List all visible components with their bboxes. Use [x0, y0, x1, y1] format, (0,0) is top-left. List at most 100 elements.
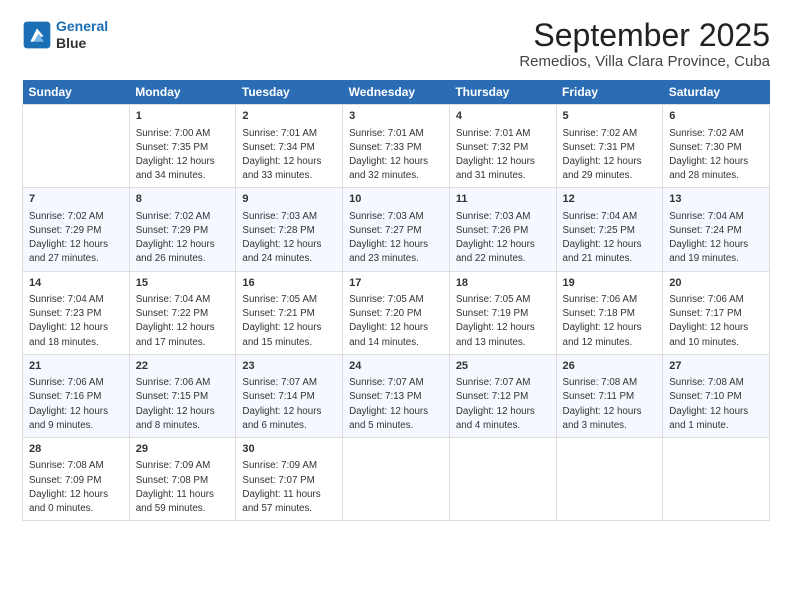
calendar-title: September 2025 — [519, 18, 770, 53]
logo: General Blue — [22, 18, 108, 52]
logo-line1: General — [56, 18, 108, 34]
day-number: 12 — [563, 192, 657, 207]
day-number: 23 — [242, 359, 336, 374]
day-number: 8 — [136, 192, 230, 207]
calendar-week-row: 14Sunrise: 7:04 AMSunset: 7:23 PMDayligh… — [23, 271, 770, 354]
calendar-cell: 15 Sunrise: 7:04 AMSunset: 7:22 PMDayligh… — [129, 271, 236, 354]
cell-content: Sunrise: 7:03 AMSunset: 7:27 PMDaylight:… — [349, 210, 443, 267]
logo-text: General Blue — [56, 18, 108, 52]
logo-line2: Blue — [56, 35, 108, 52]
cell-content: Sunrise: 7:09 AMSunset: 7:07 PMDaylight:… — [242, 459, 336, 516]
header: General Blue September 2025 Remedios, Vi… — [22, 18, 770, 70]
cell-content: Sunrise: 7:01 AMSunset: 7:34 PMDaylight:… — [242, 127, 336, 184]
cell-content: Sunrise: 7:08 AMSunset: 7:09 PMDaylight:… — [29, 459, 123, 516]
cell-content: Sunrise: 7:05 AMSunset: 7:20 PMDaylight:… — [349, 293, 443, 350]
calendar-cell: 18 Sunrise: 7:05 AMSunset: 7:19 PMDayligh… — [449, 271, 556, 354]
calendar-cell: 25Sunrise: 7:07 AMSunset: 7:12 PMDayligh… — [449, 354, 556, 437]
day-number: 19 — [563, 276, 657, 291]
calendar-cell: 2Sunrise: 7:01 AMSunset: 7:34 PMDaylight… — [236, 105, 343, 188]
calendar-cell: 11Sunrise: 7:03 AMSunset: 7:26 PMDayligh… — [449, 188, 556, 271]
cell-content: Sunrise: 7:02 AMSunset: 7:29 PMDaylight:… — [136, 210, 230, 267]
day-number: 20 — [669, 276, 763, 291]
day-number: 4 — [456, 109, 550, 124]
calendar-cell: 27 Sunrise: 7:08 AMSunset: 7:10 PMDayligh… — [663, 354, 770, 437]
weekday-header: Friday — [556, 80, 663, 105]
day-number: 5 — [563, 109, 657, 124]
cell-content: Sunrise: 7:08 AMSunset: 7:11 PMDaylight:… — [563, 376, 657, 433]
calendar-cell: 23 Sunrise: 7:07 AMSunset: 7:14 PMDayligh… — [236, 354, 343, 437]
day-number: 15 — [136, 276, 230, 291]
calendar-cell: 13 Sunrise: 7:04 AMSunset: 7:24 PMDayligh… — [663, 188, 770, 271]
day-number: 16 — [242, 276, 336, 291]
calendar-cell: 7Sunrise: 7:02 AMSunset: 7:29 PMDaylight… — [23, 188, 130, 271]
calendar-cell: 6 Sunrise: 7:02 AMSunset: 7:30 PMDaylight… — [663, 105, 770, 188]
cell-content: Sunrise: 7:07 AMSunset: 7:12 PMDaylight:… — [456, 376, 550, 433]
calendar-header: SundayMondayTuesdayWednesdayThursdayFrid… — [23, 80, 770, 105]
calendar-cell — [449, 438, 556, 521]
day-number: 1 — [136, 109, 230, 124]
calendar-cell: 1 Sunrise: 7:00 AMSunset: 7:35 PMDaylight… — [129, 105, 236, 188]
calendar-week-row: 7 Sunrise: 7:02 AMSunset: 7:29 PMDaylight… — [23, 188, 770, 271]
calendar-week-row: 1 Sunrise: 7:00 AMSunset: 7:35 PMDaylight… — [23, 105, 770, 188]
cell-content: Sunrise: 7:03 AMSunset: 7:28 PMDaylight:… — [242, 210, 336, 267]
cell-content: Sunrise: 7:08 AMSunset: 7:10 PMDaylight:… — [669, 376, 763, 433]
cell-content: Sunrise: 7:02 AMSunset: 7:30 PMDaylight:… — [669, 127, 763, 184]
calendar-cell: 24Sunrise: 7:07 AMSunset: 7:13 PMDayligh… — [343, 354, 450, 437]
day-number: 27 — [669, 359, 763, 374]
calendar-cell: 19 Sunrise: 7:06 AMSunset: 7:18 PMDayligh… — [556, 271, 663, 354]
cell-content: Sunrise: 7:06 AMSunset: 7:15 PMDaylight:… — [136, 376, 230, 433]
cell-content: Sunrise: 7:06 AMSunset: 7:17 PMDaylight:… — [669, 293, 763, 350]
cell-content: Sunrise: 7:01 AMSunset: 7:33 PMDaylight:… — [349, 127, 443, 184]
day-number: 6 — [669, 109, 763, 124]
cell-content: Sunrise: 7:04 AMSunset: 7:22 PMDaylight:… — [136, 293, 230, 350]
title-block: September 2025 Remedios, Villa Clara Pro… — [519, 18, 770, 70]
day-number: 29 — [136, 442, 230, 457]
calendar-table: SundayMondayTuesdayWednesdayThursdayFrid… — [22, 80, 770, 521]
calendar-cell: 29 Sunrise: 7:09 AMSunset: 7:08 PMDayligh… — [129, 438, 236, 521]
day-number: 7 — [29, 192, 123, 207]
cell-content: Sunrise: 7:04 AMSunset: 7:25 PMDaylight:… — [563, 210, 657, 267]
day-number: 9 — [242, 192, 336, 207]
day-number: 3 — [349, 109, 443, 124]
calendar-week-row: 28 Sunrise: 7:08 AMSunset: 7:09 PMDayligh… — [23, 438, 770, 521]
calendar-cell: 26 Sunrise: 7:08 AMSunset: 7:11 PMDayligh… — [556, 354, 663, 437]
weekday-row: SundayMondayTuesdayWednesdayThursdayFrid… — [23, 80, 770, 105]
cell-content: Sunrise: 7:05 AMSunset: 7:21 PMDaylight:… — [242, 293, 336, 350]
calendar-cell: 9 Sunrise: 7:03 AMSunset: 7:28 PMDaylight… — [236, 188, 343, 271]
cell-content: Sunrise: 7:04 AMSunset: 7:24 PMDaylight:… — [669, 210, 763, 267]
calendar-cell: 12 Sunrise: 7:04 AMSunset: 7:25 PMDayligh… — [556, 188, 663, 271]
calendar-cell: 30Sunrise: 7:09 AMSunset: 7:07 PMDayligh… — [236, 438, 343, 521]
calendar-cell: 16 Sunrise: 7:05 AMSunset: 7:21 PMDayligh… — [236, 271, 343, 354]
calendar-cell: 17 Sunrise: 7:05 AMSunset: 7:20 PMDayligh… — [343, 271, 450, 354]
calendar-cell: 3 Sunrise: 7:01 AMSunset: 7:33 PMDaylight… — [343, 105, 450, 188]
day-number: 22 — [136, 359, 230, 374]
calendar-cell — [663, 438, 770, 521]
cell-content: Sunrise: 7:04 AMSunset: 7:23 PMDaylight:… — [29, 293, 123, 350]
day-number: 28 — [29, 442, 123, 457]
day-number: 18 — [456, 276, 550, 291]
weekday-header: Saturday — [663, 80, 770, 105]
calendar-cell: 8 Sunrise: 7:02 AMSunset: 7:29 PMDaylight… — [129, 188, 236, 271]
day-number: 26 — [563, 359, 657, 374]
calendar-cell: 21Sunrise: 7:06 AMSunset: 7:16 PMDayligh… — [23, 354, 130, 437]
cell-content: Sunrise: 7:02 AMSunset: 7:31 PMDaylight:… — [563, 127, 657, 184]
day-number: 13 — [669, 192, 763, 207]
cell-content: Sunrise: 7:09 AMSunset: 7:08 PMDaylight:… — [136, 459, 230, 516]
day-number: 24 — [349, 359, 443, 374]
cell-content: Sunrise: 7:00 AMSunset: 7:35 PMDaylight:… — [136, 127, 230, 184]
calendar-cell — [343, 438, 450, 521]
calendar-cell: 28 Sunrise: 7:08 AMSunset: 7:09 PMDayligh… — [23, 438, 130, 521]
calendar-cell — [23, 105, 130, 188]
page: General Blue September 2025 Remedios, Vi… — [0, 0, 792, 612]
cell-content: Sunrise: 7:07 AMSunset: 7:14 PMDaylight:… — [242, 376, 336, 433]
day-number: 17 — [349, 276, 443, 291]
cell-content: Sunrise: 7:03 AMSunset: 7:26 PMDaylight:… — [456, 210, 550, 267]
calendar-cell: 14Sunrise: 7:04 AMSunset: 7:23 PMDayligh… — [23, 271, 130, 354]
calendar-body: 1 Sunrise: 7:00 AMSunset: 7:35 PMDaylight… — [23, 105, 770, 521]
cell-content: Sunrise: 7:05 AMSunset: 7:19 PMDaylight:… — [456, 293, 550, 350]
day-number: 10 — [349, 192, 443, 207]
calendar-cell: 20 Sunrise: 7:06 AMSunset: 7:17 PMDayligh… — [663, 271, 770, 354]
cell-content: Sunrise: 7:06 AMSunset: 7:18 PMDaylight:… — [563, 293, 657, 350]
weekday-header: Wednesday — [343, 80, 450, 105]
day-number: 21 — [29, 359, 123, 374]
